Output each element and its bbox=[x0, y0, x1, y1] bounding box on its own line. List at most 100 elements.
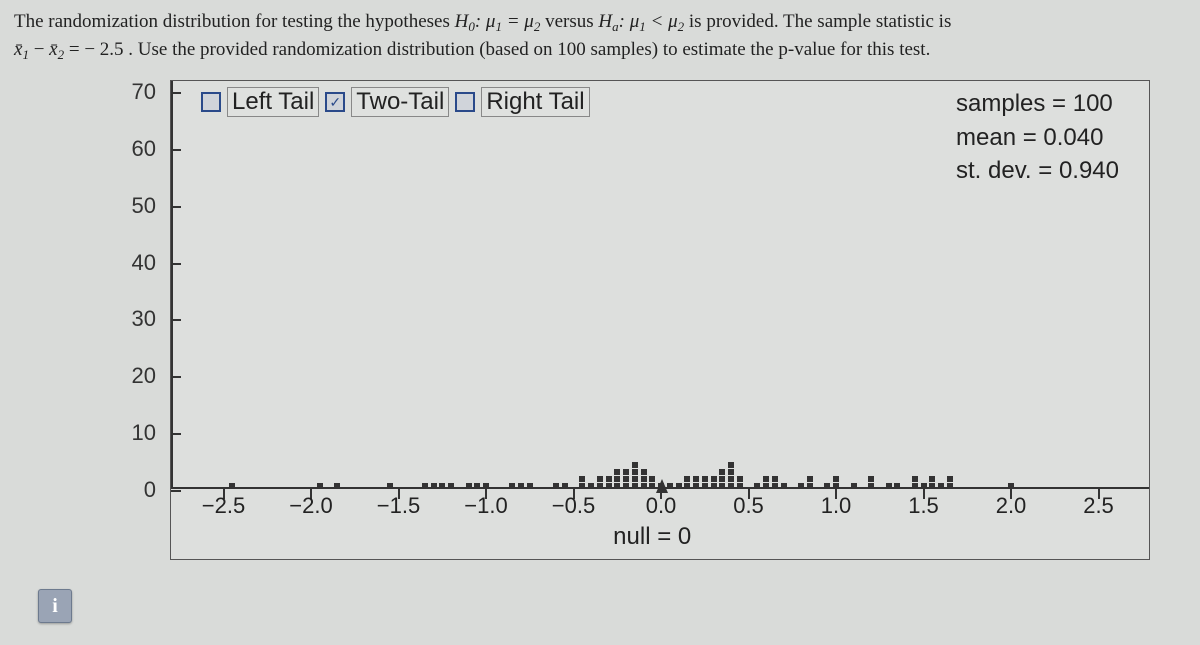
data-dot bbox=[553, 483, 559, 489]
data-dot bbox=[702, 483, 708, 489]
info-button[interactable]: i bbox=[38, 589, 72, 623]
data-dot bbox=[912, 483, 918, 489]
data-dot bbox=[886, 483, 892, 489]
y-tick-label: 60 bbox=[132, 136, 156, 162]
x-tick-label: 0.0 bbox=[646, 493, 677, 519]
data-dot bbox=[641, 476, 647, 482]
data-dot bbox=[676, 483, 682, 489]
data-dot bbox=[763, 476, 769, 482]
data-dot bbox=[614, 469, 620, 475]
data-dot bbox=[1008, 483, 1014, 489]
data-dot bbox=[929, 483, 935, 489]
data-dot bbox=[606, 483, 612, 489]
y-tick-mark bbox=[171, 149, 181, 151]
data-dot bbox=[614, 476, 620, 482]
data-dot bbox=[833, 476, 839, 482]
question-text: The randomization distribution for testi… bbox=[0, 0, 1200, 67]
x-tick-label: −1.5 bbox=[377, 493, 420, 519]
data-dot bbox=[807, 483, 813, 489]
data-dot bbox=[387, 483, 393, 489]
data-dot bbox=[947, 483, 953, 489]
y-tick-mark bbox=[171, 263, 181, 265]
data-dot bbox=[667, 483, 673, 489]
data-dot bbox=[641, 469, 647, 475]
q-minus: − bbox=[34, 39, 49, 60]
data-dot bbox=[807, 476, 813, 482]
data-dot bbox=[728, 469, 734, 475]
data-dot bbox=[772, 476, 778, 482]
y-tick-label: 10 bbox=[132, 420, 156, 446]
y-tick-label: 20 bbox=[132, 363, 156, 389]
data-dot bbox=[422, 483, 428, 489]
data-dot bbox=[772, 483, 778, 489]
xbar1: x̄1 bbox=[14, 39, 29, 60]
data-dot bbox=[623, 476, 629, 482]
data-dot bbox=[439, 483, 445, 489]
q-part: versus bbox=[545, 11, 598, 32]
data-dot bbox=[868, 476, 874, 482]
data-dot bbox=[632, 483, 638, 489]
data-dot bbox=[929, 476, 935, 482]
x-tick-label: −2.0 bbox=[289, 493, 332, 519]
data-dot bbox=[483, 483, 489, 489]
sample-stat: − 2.5 bbox=[84, 39, 123, 60]
data-dot bbox=[921, 483, 927, 489]
data-dot bbox=[466, 483, 472, 489]
data-dot bbox=[597, 483, 603, 489]
data-dot bbox=[229, 483, 235, 489]
y-tick-mark bbox=[171, 92, 181, 94]
x-tick-label: 1.0 bbox=[821, 493, 852, 519]
x-tick-label: −0.5 bbox=[552, 493, 595, 519]
data-dot bbox=[938, 483, 944, 489]
x-tick-label: 1.5 bbox=[908, 493, 939, 519]
data-dot bbox=[632, 476, 638, 482]
data-dot bbox=[833, 483, 839, 489]
data-dot bbox=[431, 483, 437, 489]
data-dot bbox=[711, 476, 717, 482]
y-tick-mark bbox=[171, 490, 181, 492]
data-dot bbox=[623, 469, 629, 475]
x-tick-label: 0.5 bbox=[733, 493, 764, 519]
data-dot bbox=[737, 476, 743, 482]
data-dot bbox=[606, 476, 612, 482]
data-dot bbox=[597, 476, 603, 482]
data-dot bbox=[693, 483, 699, 489]
data-dot bbox=[641, 483, 647, 489]
y-axis-labels: 010203040506070 bbox=[110, 80, 160, 560]
data-dot bbox=[579, 476, 585, 482]
data-dot bbox=[588, 483, 594, 489]
data-dot bbox=[317, 483, 323, 489]
data-dot bbox=[614, 483, 620, 489]
q-part: . Use the provided randomization distrib… bbox=[128, 39, 930, 60]
data-dot bbox=[518, 483, 524, 489]
data-dot bbox=[649, 483, 655, 489]
x-tick-label: 2.0 bbox=[996, 493, 1027, 519]
data-dot bbox=[474, 483, 480, 489]
data-dot bbox=[728, 462, 734, 468]
data-dot bbox=[719, 476, 725, 482]
data-dot bbox=[334, 483, 340, 489]
xbar2: x̄2 bbox=[49, 39, 64, 60]
data-dot bbox=[754, 483, 760, 489]
data-dot bbox=[448, 483, 454, 489]
data-dot bbox=[728, 476, 734, 482]
data-dot bbox=[579, 483, 585, 489]
data-dot bbox=[702, 476, 708, 482]
x-tick-label: 2.5 bbox=[1083, 493, 1114, 519]
data-dot bbox=[632, 462, 638, 468]
data-dot bbox=[947, 476, 953, 482]
data-dot bbox=[728, 483, 734, 489]
data-dot bbox=[737, 483, 743, 489]
null-label: null = 0 bbox=[613, 523, 691, 551]
data-dot bbox=[912, 476, 918, 482]
data-dot bbox=[868, 483, 874, 489]
info-icon: i bbox=[52, 595, 58, 618]
data-dot bbox=[798, 483, 804, 489]
data-dot bbox=[527, 483, 533, 489]
q-part: The randomization distribution for testi… bbox=[14, 11, 455, 32]
data-dot bbox=[684, 483, 690, 489]
y-tick-label: 70 bbox=[132, 79, 156, 105]
data-dot bbox=[824, 483, 830, 489]
y-tick-label: 0 bbox=[144, 477, 156, 503]
data-dot bbox=[632, 469, 638, 475]
